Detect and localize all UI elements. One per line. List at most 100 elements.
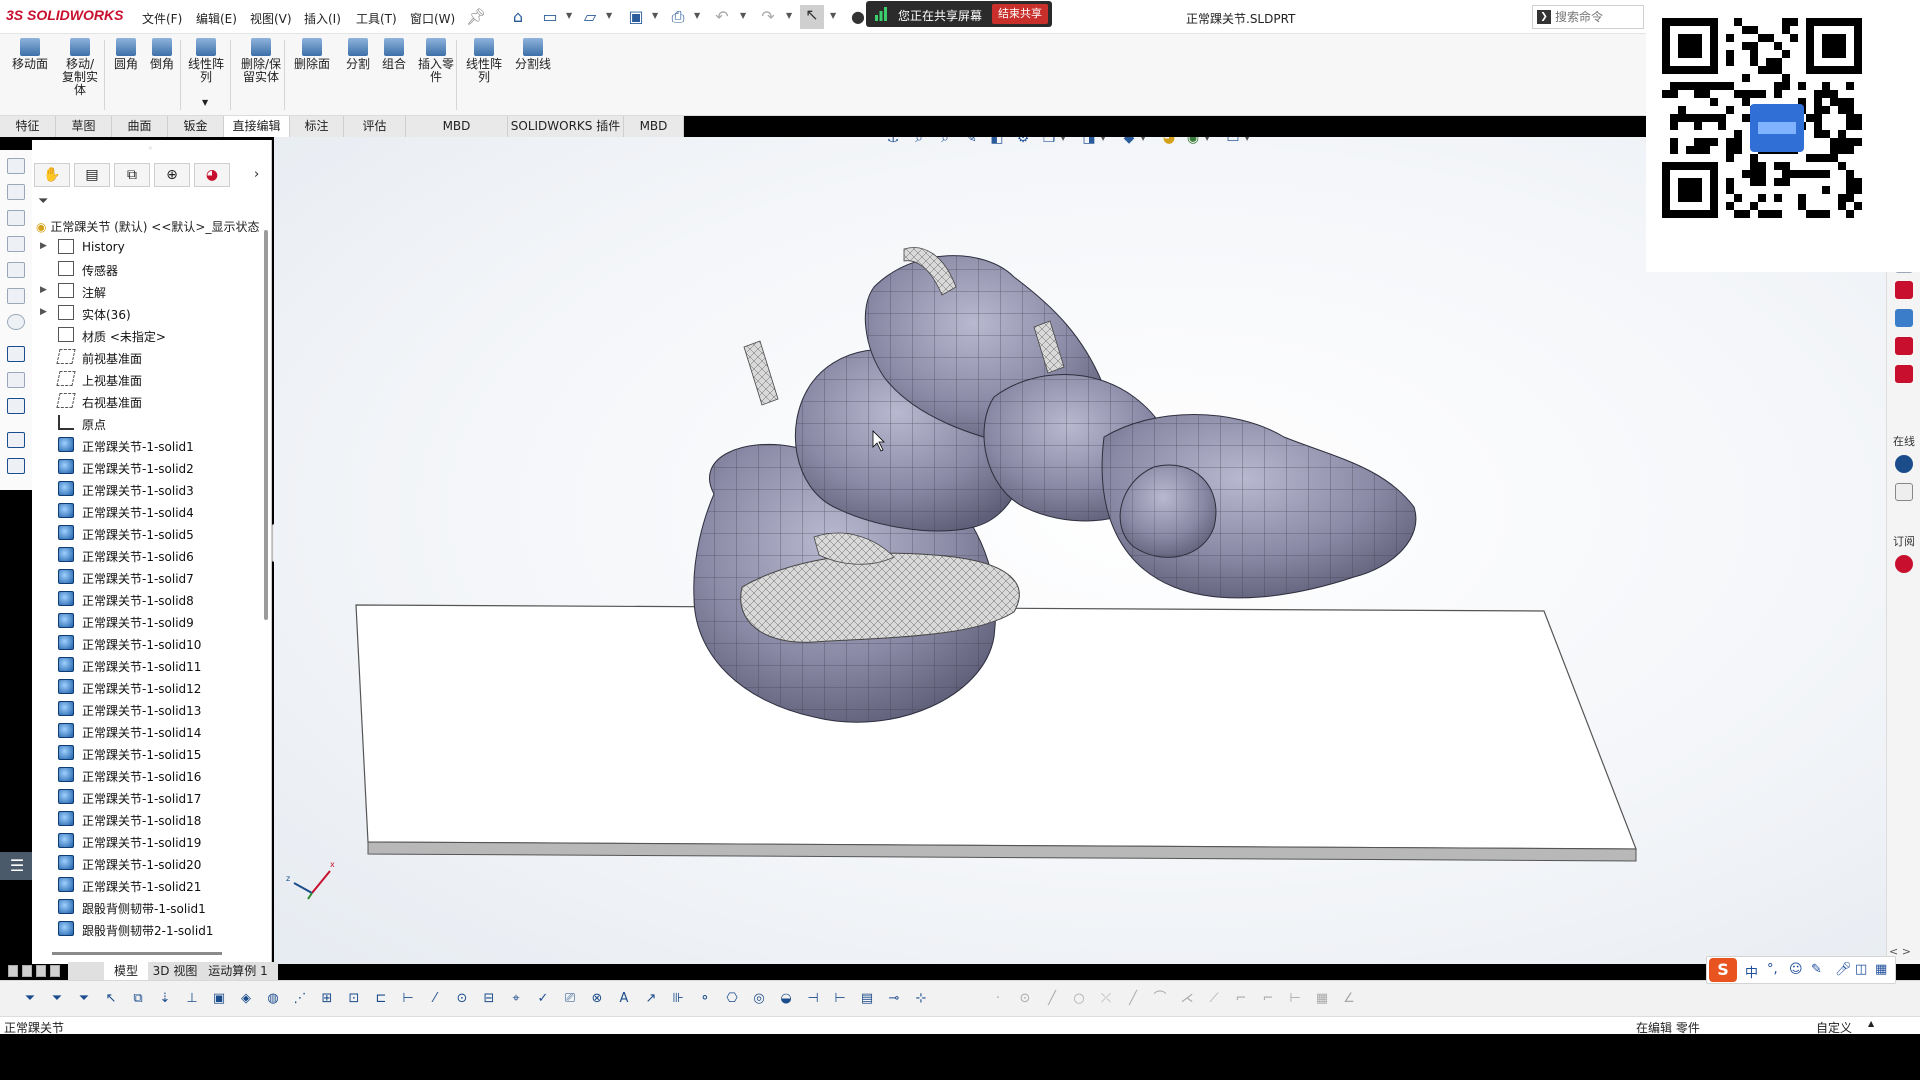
menu-item[interactable]: 文件(F) [142,10,182,27]
sketch-tool-icon[interactable]: ⊗ [589,991,605,1007]
graphics-area[interactable]: ⚓ ⌕ ⌕ ✎ ◧ ⚙ ❒ ▼ ◨ ▼ ◆ ▼ ◕ ◉ ▼ ▭ ▼ x z [274,137,1886,964]
command-tab[interactable]: 特征 [0,116,56,137]
grid-menu-icon[interactable]: ▦ [1875,962,1887,977]
tree-item[interactable]: ▶ 注解 [32,280,264,302]
last-tab-arrow[interactable] [50,965,60,977]
display-manager-tab-icon[interactable]: ◕ [194,163,230,187]
tree-item-solid-body[interactable]: 正常踝关节-1-solid3 [32,478,264,500]
disabled-sketch-tool-icon[interactable]: ⌐ [1260,991,1276,1007]
tree-item-solid-body[interactable]: 正常踝关节-1-solid9 [32,610,264,632]
dimxpert-tab-icon[interactable]: ⊕ [154,163,190,187]
prev-tab-arrow[interactable] [22,965,32,977]
sketch-tool-icon[interactable]: ⏷ [22,991,38,1007]
tree-item-solid-body[interactable]: 正常踝关节-1-solid21 [32,874,264,896]
windows-alt-icon[interactable] [7,458,25,474]
disabled-sketch-tool-icon[interactable]: · [990,991,1006,1007]
stack-icon[interactable] [7,210,25,226]
disabled-sketch-tool-icon[interactable]: ⌐ [1233,991,1249,1007]
grip-handle[interactable]: ◦ [148,144,153,153]
home-icon[interactable]: ⌂ [508,7,528,27]
expand-arrow-icon[interactable]: ▶ [40,307,47,317]
chevron-down-icon[interactable]: ▼ [566,11,572,20]
new-document-icon[interactable]: ▭ [540,7,560,27]
mail-icon[interactable] [1895,483,1913,501]
ribbon-button[interactable]: 删除/保 留实体 [236,38,286,84]
sketch-tool-icon[interactable]: ⊞ [319,991,335,1007]
sketch-tool-icon[interactable]: ⚬ [697,991,713,1007]
tree-scrollbar[interactable] [264,230,268,620]
punctuation-icon[interactable]: °, [1767,962,1778,977]
chevron-down-icon[interactable]: ▼ [694,11,700,20]
tree-horizontal-scrollbar[interactable] [52,952,222,955]
tree-item-solid-body[interactable]: 正常踝关节-1-solid2 [32,456,264,478]
tree-item[interactable]: 右视基准面 [32,390,264,412]
bottom-tab[interactable]: 模型 [104,962,148,980]
tree-item-solid-body[interactable]: 跟骰背侧韧带-1-solid1 [32,896,264,918]
command-tab[interactable]: 评估 [344,116,406,137]
disabled-sketch-tool-icon[interactable]: ⟋ [1206,991,1222,1007]
chevron-down-icon[interactable]: ▼ [606,11,612,20]
command-tab[interactable]: 钣金 [168,116,224,137]
save-icon[interactable]: ▣ [626,7,646,27]
tree-item-solid-body[interactable]: 正常踝关节-1-solid5 [32,522,264,544]
tree-item[interactable]: ▶ History [32,236,264,258]
sketch-tool-icon[interactable]: ↖ [103,991,119,1007]
sketch-tool-icon[interactable]: ⊢ [832,991,848,1007]
disabled-sketch-tool-icon[interactable]: ╱ [1044,991,1060,1007]
emoji-icon[interactable]: ☺ [1789,962,1803,977]
tree-item[interactable]: 传感器 [32,258,264,280]
tree-item-solid-body[interactable]: 正常踝关节-1-solid13 [32,698,264,720]
ime-language-toggle[interactable]: 中 [1745,962,1758,981]
tree-item-solid-body[interactable]: 正常踝关节-1-solid7 [32,566,264,588]
pen-icon[interactable]: ✎ [1811,962,1822,977]
sketch-tool-icon[interactable]: ⊸ [886,991,902,1007]
tree-item-solid-body[interactable]: 跟骰背侧韧带2-1-solid1 [32,918,264,940]
filter-icon[interactable]: ⏷ [38,194,54,210]
disabled-sketch-tool-icon[interactable]: ⤫ [1098,991,1114,1007]
tree-item[interactable]: ▶ 实体(36) [32,302,264,324]
redo-icon[interactable]: ↷ [758,7,778,27]
feature-manager-tab-icon[interactable]: ✋ [34,163,70,187]
file-explorer-icon[interactable] [1895,281,1913,299]
chevron-down-icon[interactable]: ▼ [740,11,746,20]
tree-item-solid-body[interactable]: 正常踝关节-1-solid20 [32,852,264,874]
sketch-tool-icon[interactable]: ⁄ [427,991,443,1007]
view-palette-icon[interactable] [1895,309,1913,327]
copy-icon[interactable] [7,158,25,174]
bottom-tab[interactable]: 运动算例 1 [202,962,274,980]
menu-item[interactable]: 视图(V) [250,10,292,27]
menu-item[interactable]: 工具(T) [356,10,397,27]
duplicate-icon[interactable] [7,236,25,252]
sketch-tool-icon[interactable]: ⊡ [346,991,362,1007]
disabled-sketch-tool-icon[interactable]: ╱ [1125,991,1141,1007]
sketch-tool-icon[interactable]: ⇣ [157,991,173,1007]
sketch-tool-icon[interactable]: ⊣ [805,991,821,1007]
sketch-tool-icon[interactable]: ⧉ [130,991,146,1007]
model-scene[interactable] [274,137,1886,964]
microphone-icon[interactable]: 🎤︎ [1835,962,1852,977]
chevron-down-icon[interactable]: ▼ [202,98,208,107]
solidworks-logo[interactable]: 3S SOLIDWORKS [6,7,123,23]
online-globe-icon[interactable] [1895,455,1913,473]
chevron-right-icon[interactable]: › [254,167,259,182]
grid-icon[interactable] [7,288,25,304]
bottom-tab[interactable]: 3D 视图 [148,962,202,980]
sketch-tool-icon[interactable]: ⊢ [400,991,416,1007]
chevron-down-icon[interactable]: ▼ [786,11,792,20]
tree-item-solid-body[interactable]: 正常踝关节-1-solid1 [32,434,264,456]
sketch-tool-icon[interactable]: ✓ [535,991,551,1007]
sketch-tool-icon[interactable]: ◎ [751,991,767,1007]
tree-item[interactable]: 原点 [32,412,264,434]
ribbon-button[interactable]: 移动/ 复制实 体 [58,38,102,97]
expand-arrow-icon[interactable]: ▶ [40,241,47,251]
sketch-tool-icon[interactable]: ↗ [643,991,659,1007]
chevron-down-icon[interactable]: ▼ [652,11,658,20]
search-command-box[interactable]: ❯ [1532,5,1644,29]
sketch-tool-icon[interactable]: ⊏ [373,991,389,1007]
ribbon-button[interactable]: 分割 [342,38,374,71]
sketch-tool-icon[interactable]: ⏷ [49,991,65,1007]
property-manager-tab-icon[interactable]: ▤ [74,163,110,187]
open-folder-icon[interactable]: ▱ [580,7,600,27]
tree-item-solid-body[interactable]: 正常踝关节-1-solid18 [32,808,264,830]
ribbon-button[interactable]: 插入零 件 [414,38,458,84]
